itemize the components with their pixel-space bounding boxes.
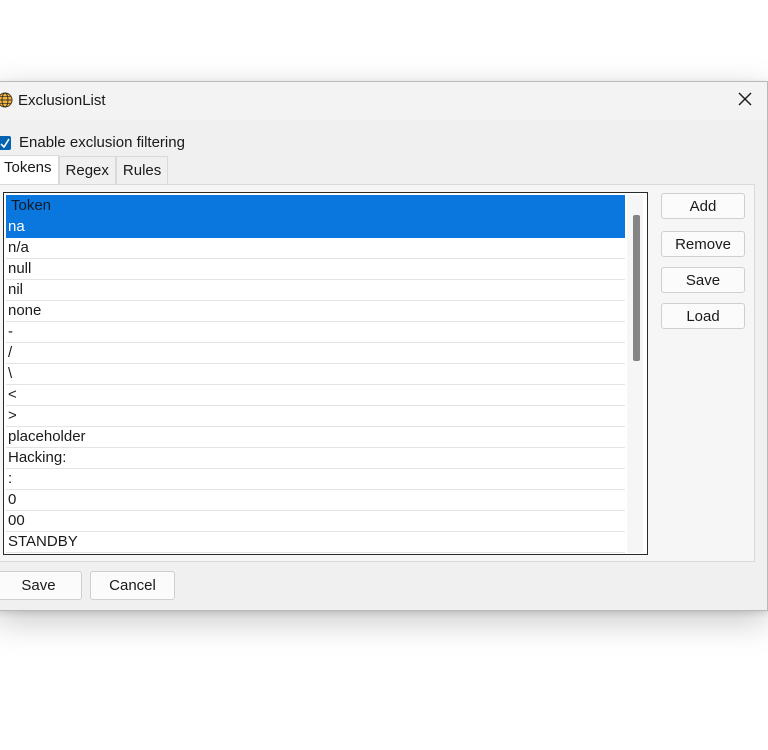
save-button[interactable]: Save xyxy=(0,571,82,600)
list-item[interactable]: STANDBY xyxy=(6,532,625,553)
list-item[interactable]: na xyxy=(6,217,625,238)
list-scrollbar[interactable] xyxy=(627,195,643,553)
list-item[interactable]: Hacking: xyxy=(6,448,625,469)
tab-regex[interactable]: Regex xyxy=(58,156,116,185)
load-button[interactable]: Load xyxy=(661,303,745,329)
list-item[interactable]: nil xyxy=(6,280,625,301)
enable-filtering-option[interactable]: Enable exclusion filtering xyxy=(0,134,185,151)
list-item[interactable]: none xyxy=(6,301,625,322)
list-item[interactable]: null xyxy=(6,259,625,280)
list-item[interactable]: 00 xyxy=(6,511,625,532)
list-item[interactable]: > xyxy=(6,406,625,427)
list-item[interactable]: / xyxy=(6,343,625,364)
list-item[interactable]: placeholder xyxy=(6,427,625,448)
list-item[interactable]: 0 xyxy=(6,490,625,511)
exclusion-list-dialog: ExclusionList Enable exclusion filtering… xyxy=(0,81,768,611)
token-rows: na n/a null nil none - / \ < > placehold… xyxy=(6,217,625,553)
close-icon xyxy=(738,92,752,111)
list-item[interactable]: \ xyxy=(6,364,625,385)
add-button[interactable]: Add xyxy=(661,193,745,219)
list-item[interactable]: n/a xyxy=(6,238,625,259)
enable-filtering-checkbox[interactable] xyxy=(0,135,11,150)
tab-tokens[interactable]: Tokens xyxy=(0,155,59,185)
checkmark-icon xyxy=(0,138,10,148)
cancel-button[interactable]: Cancel xyxy=(90,571,175,600)
list-item[interactable]: - xyxy=(6,322,625,343)
remove-button[interactable]: Remove xyxy=(661,231,745,257)
title-bar[interactable]: ExclusionList xyxy=(0,82,767,120)
tab-strip: Tokens Regex Rules xyxy=(0,155,169,185)
list-item[interactable]: < xyxy=(6,385,625,406)
tab-rules[interactable]: Rules xyxy=(115,156,169,185)
scrollbar-thumb[interactable] xyxy=(633,215,640,361)
globe-icon xyxy=(0,92,13,108)
enable-filtering-label: Enable exclusion filtering xyxy=(19,134,185,151)
save-list-button[interactable]: Save xyxy=(661,267,745,293)
close-button[interactable] xyxy=(731,88,759,114)
window-title: ExclusionList xyxy=(18,92,106,109)
list-header-token[interactable]: Token xyxy=(6,195,625,217)
token-list[interactable]: Token na n/a null nil none - / \ < > pla… xyxy=(3,192,648,555)
list-item[interactable]: : xyxy=(6,469,625,490)
